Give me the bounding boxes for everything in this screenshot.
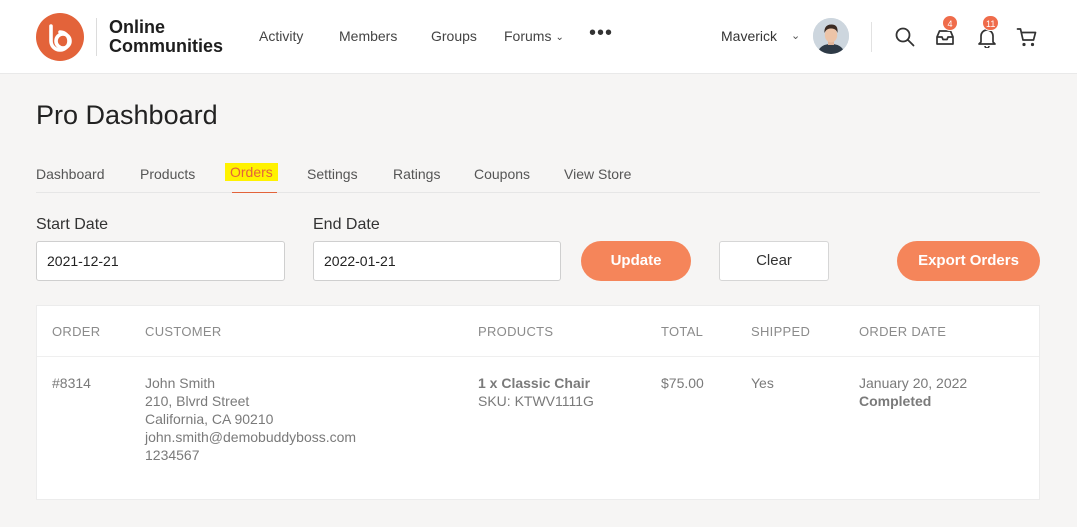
orders-table: Order Customer Products Total Shipped Or… bbox=[36, 305, 1040, 500]
search-icon[interactable] bbox=[894, 26, 916, 48]
order-status: Completed bbox=[859, 393, 932, 409]
clear-button[interactable]: Clear bbox=[719, 241, 829, 281]
customer-street: 210, Blvrd Street bbox=[145, 393, 250, 409]
page-title: Pro Dashboard bbox=[36, 100, 218, 130]
product-sku: SKU: KTWV1111G bbox=[478, 393, 594, 409]
tab-coupons[interactable]: Coupons bbox=[474, 166, 530, 182]
nav-forums[interactable]: Forums ⌄ bbox=[504, 28, 564, 44]
column-header-total: Total bbox=[661, 324, 704, 339]
customer-phone: 1234567 bbox=[145, 447, 200, 463]
order-shipped: Yes bbox=[751, 375, 774, 391]
order-date: January 20, 2022 bbox=[859, 375, 968, 391]
nav-forums-label: Forums bbox=[504, 28, 552, 44]
active-tab-indicator bbox=[232, 192, 277, 193]
header-divider bbox=[871, 22, 872, 52]
column-header-order: Order bbox=[52, 324, 101, 339]
nav-activity[interactable]: Activity bbox=[259, 28, 303, 44]
site-header: Online Communities Activity Members Grou… bbox=[0, 0, 1077, 74]
customer-city: California, CA 90210 bbox=[145, 411, 274, 427]
export-orders-button[interactable]: Export Orders bbox=[897, 241, 1040, 281]
update-button[interactable]: Update bbox=[581, 241, 691, 281]
tab-settings[interactable]: Settings bbox=[307, 166, 358, 182]
logo-divider bbox=[96, 18, 97, 56]
tab-orders[interactable]: Orders bbox=[225, 163, 278, 181]
order-number[interactable]: #8314 bbox=[52, 374, 91, 392]
order-date-details: January 20, 2022 Completed bbox=[859, 374, 967, 410]
order-total: $75.00 bbox=[661, 375, 704, 391]
tab-ratings[interactable]: Ratings bbox=[393, 166, 440, 182]
avatar[interactable] bbox=[813, 18, 849, 54]
table-header-divider bbox=[37, 356, 1039, 357]
customer-details: John Smith 210, Blvrd Street California,… bbox=[145, 374, 356, 464]
end-date-input[interactable] bbox=[313, 241, 561, 281]
site-title-line2: Communities bbox=[109, 36, 224, 56]
tab-dashboard[interactable]: Dashboard bbox=[36, 166, 105, 182]
messages-badge: 4 bbox=[942, 15, 958, 31]
start-date-label: Start Date bbox=[36, 216, 109, 233]
more-menu-icon[interactable]: ••• bbox=[589, 22, 613, 45]
product-details: 1 x Classic Chair SKU: KTWV1111G bbox=[478, 374, 594, 410]
tab-view-store[interactable]: View Store bbox=[564, 166, 631, 182]
customer-name: John Smith bbox=[145, 375, 216, 391]
customer-email[interactable]: john.smith@demobuddyboss.com bbox=[145, 428, 356, 446]
user-name[interactable]: Maverick bbox=[721, 28, 777, 44]
chevron-down-icon[interactable]: ⌄ bbox=[791, 29, 800, 42]
end-date-label: End Date bbox=[313, 216, 380, 233]
column-header-products: Products bbox=[478, 324, 554, 339]
column-header-customer: Customer bbox=[145, 324, 222, 339]
chevron-down-icon: ⌄ bbox=[555, 32, 564, 43]
site-title-line1: Online bbox=[109, 17, 166, 37]
nav-members[interactable]: Members bbox=[339, 28, 397, 44]
column-header-shipped: Shipped bbox=[751, 324, 811, 339]
column-header-order-date: Order Date bbox=[859, 324, 947, 339]
start-date-input[interactable] bbox=[36, 241, 285, 281]
cart-icon[interactable] bbox=[1016, 26, 1038, 48]
product-name: 1 x Classic Chair bbox=[478, 375, 591, 391]
site-title[interactable]: Online Communities bbox=[109, 18, 223, 56]
dashboard-tabs: Dashboard Products Orders Settings Ratin… bbox=[36, 162, 1040, 193]
nav-groups[interactable]: Groups bbox=[431, 28, 477, 44]
tab-products[interactable]: Products bbox=[140, 166, 195, 182]
logo-icon[interactable] bbox=[36, 13, 84, 61]
